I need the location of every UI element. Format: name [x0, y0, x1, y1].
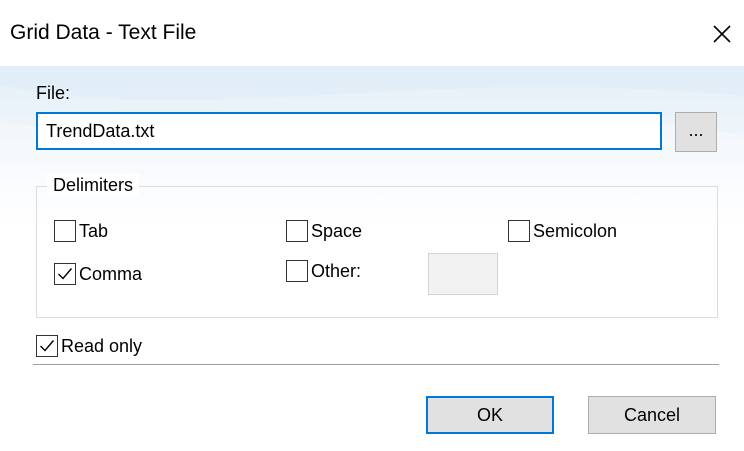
- other-checkbox[interactable]: Other:: [286, 260, 361, 282]
- comma-checkbox-box[interactable]: [54, 263, 76, 285]
- cancel-button[interactable]: Cancel: [588, 396, 716, 434]
- semicolon-checkbox-box[interactable]: [508, 220, 530, 242]
- close-icon: [713, 25, 731, 43]
- window-title: Grid Data - Text File: [10, 21, 197, 44]
- checkmark-icon: [40, 340, 55, 352]
- other-delimiter-input[interactable]: [428, 253, 498, 295]
- semicolon-checkbox-label: Semicolon: [533, 221, 618, 241]
- tab-checkbox[interactable]: Tab: [54, 220, 108, 242]
- space-checkbox-label: Space: [311, 221, 363, 241]
- file-label: File:: [36, 83, 71, 103]
- title-bar[interactable]: Grid Data - Text File: [0, 0, 744, 66]
- dialog-window: Grid Data - Text File File: ... Delimite…: [0, 0, 744, 451]
- semicolon-checkbox[interactable]: Semicolon: [508, 220, 617, 242]
- tab-checkbox-box[interactable]: [54, 220, 76, 242]
- comma-checkbox-label: Comma: [79, 264, 143, 284]
- file-path-input[interactable]: [36, 112, 662, 150]
- read-only-checkbox[interactable]: Read only: [36, 335, 142, 357]
- tab-checkbox-label: Tab: [79, 221, 109, 241]
- separator-line: [33, 364, 719, 365]
- space-checkbox[interactable]: Space: [286, 220, 362, 242]
- delimiters-group-label: Delimiters: [47, 174, 140, 196]
- checkmark-icon: [58, 268, 73, 280]
- close-button[interactable]: [700, 12, 744, 56]
- other-checkbox-label: Other:: [311, 261, 362, 281]
- read-only-label: Read only: [61, 336, 143, 356]
- space-checkbox-box[interactable]: [286, 220, 308, 242]
- comma-checkbox[interactable]: Comma: [54, 263, 142, 285]
- browse-button[interactable]: ...: [675, 112, 717, 152]
- read-only-checkbox-box[interactable]: [36, 335, 58, 357]
- ok-button[interactable]: OK: [426, 396, 554, 434]
- other-checkbox-box[interactable]: [286, 260, 308, 282]
- delimiters-group: [36, 186, 718, 318]
